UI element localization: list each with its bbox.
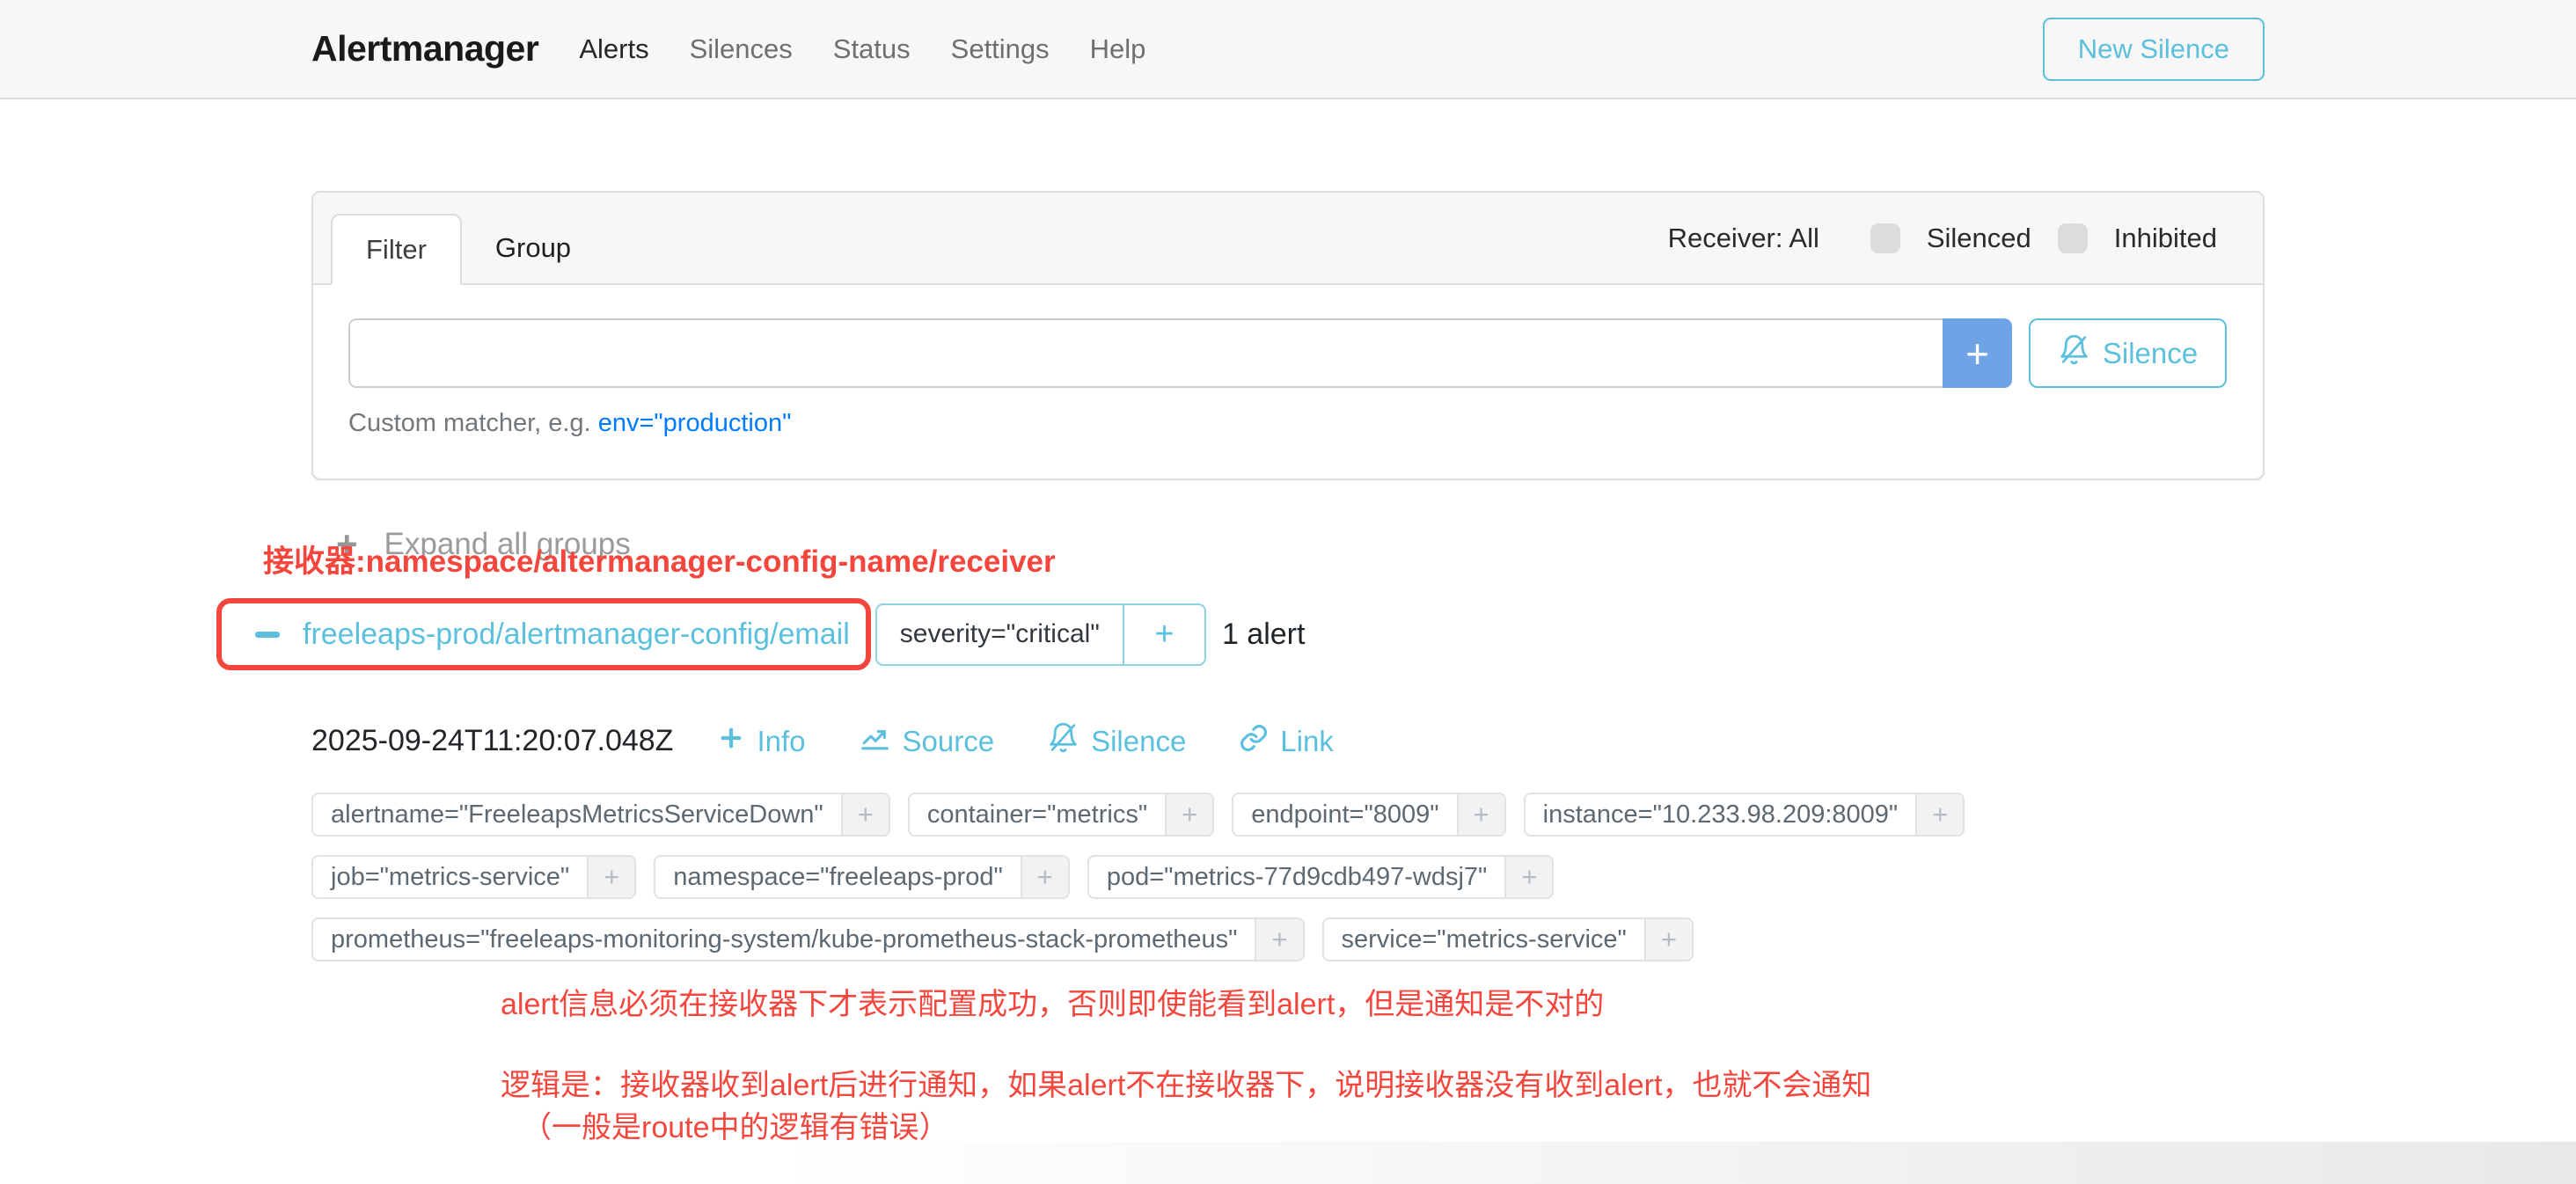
matcher-input[interactable] [348,318,1943,388]
alert-source-label: Source [903,725,995,758]
bell-slash-icon [1047,721,1079,761]
alert-info-label: Info [757,725,805,758]
label-tag: namespace="freeleaps-prod" + [654,855,1070,899]
label-tag-add-button[interactable]: + [841,794,889,835]
filter-card: Filter Group Receiver: All Silenced Inhi… [311,191,2265,480]
alert-timestamp: 2025-09-24T11:20:07.048Z [311,724,673,758]
group-matcher-label[interactable]: severity="critical" [877,605,1123,664]
label-tag: alertname="FreeleapsMetricsServiceDown" … [311,793,890,837]
label-tag-text[interactable]: endpoint="8009" [1233,794,1456,835]
alert-labels: alertname="FreeleapsMetricsServiceDown" … [311,793,2265,961]
group-receiver-name: freeleaps-prod/alertmanager-config/email [303,618,850,652]
label-tag: job="metrics-service" + [311,855,636,899]
matcher-example-link[interactable]: env="production" [598,409,792,437]
label-tag: container="metrics" + [908,793,1214,837]
alert-group-row: freeleaps-prod/alertmanager-config/email… [311,598,2265,670]
annotation-highlight-box: freeleaps-prod/alertmanager-config/email [216,598,871,670]
alert-row: 2025-09-24T11:20:07.048Z Info [311,721,2265,761]
label-tag: endpoint="8009" + [1232,793,1505,837]
minus-icon [255,632,280,638]
add-matcher-button[interactable]: + [1943,318,2012,388]
label-tag-add-button[interactable]: + [1915,794,1963,835]
nav-item-help[interactable]: Help [1090,33,1146,65]
label-tag-add-button[interactable]: + [1165,794,1212,835]
annotation-receiver-note: 接收器:namespace/altermanager-config-name/r… [263,537,1056,581]
nav-item-status[interactable]: Status [833,33,911,65]
annotation-note-1: alert信息必须在接收器下才表示配置成功，否则即使能看到alert，但是通知是… [501,980,2265,1023]
tab-group[interactable]: Group [462,212,604,283]
alert-silence-button[interactable]: Silence [1047,721,1186,761]
matcher-help-text: Custom matcher, e.g. env="production" [348,409,2228,438]
nav-item-settings[interactable]: Settings [951,33,1050,65]
label-tag: pod="metrics-77d9cdb497-wdsj7" + [1087,855,1555,899]
label-tag-text[interactable]: pod="metrics-77d9cdb497-wdsj7" [1089,857,1504,897]
group-collapse-link[interactable]: freeleaps-prod/alertmanager-config/email [255,618,850,652]
chart-line-icon [859,721,891,761]
filter-card-body: + Silence Custom matcher, e.g. env="prod [313,285,2263,479]
link-icon [1239,723,1269,760]
alert-link-button[interactable]: Link [1239,723,1334,760]
label-tag-add-button[interactable]: + [587,857,634,897]
new-silence-button[interactable]: New Silence [2043,18,2265,81]
label-tag-text[interactable]: container="metrics" [910,794,1165,835]
annotation-note-2: 逻辑是：接收器收到alert后进行通知，如果alert不在接收器下，说明接收器没… [501,1064,2265,1107]
label-tag: instance="10.233.98.209:8009" + [1524,793,1965,837]
label-tag-text[interactable]: prometheus="freeleaps-monitoring-system/… [313,919,1255,960]
alert-link-label: Link [1280,725,1334,758]
receiver-selector[interactable]: Receiver: All [1668,223,1819,254]
filter-card-header: Filter Group Receiver: All Silenced Inhi… [313,193,2263,285]
group-matcher-chip: severity="critical" + [875,603,1206,666]
nav-item-silences[interactable]: Silences [690,33,793,65]
label-tag-add-button[interactable]: + [1255,919,1302,960]
label-tag: prometheus="freeleaps-monitoring-system/… [311,917,1305,961]
nav-links: Alerts Silences Status Settings Help [579,33,1145,65]
label-tag-text[interactable]: alertname="FreeleapsMetricsServiceDown" [313,794,841,835]
silence-filter-button[interactable]: Silence [2029,318,2227,388]
matcher-help-prefix: Custom matcher, e.g. [348,409,591,437]
label-tag: service="metrics-service" + [1322,917,1694,961]
group-matcher-add-button[interactable]: + [1123,605,1204,664]
alert-source-link[interactable]: Source [859,721,995,761]
inhibited-checkbox[interactable] [2058,223,2088,253]
nav-item-alerts[interactable]: Alerts [579,33,648,65]
annotation-note-3: （一般是route中的逻辑有错误） [501,1107,2265,1149]
label-tag-add-button[interactable]: + [1021,857,1068,897]
inhibited-label[interactable]: Inhibited [2114,223,2217,254]
silenced-checkbox[interactable] [1870,223,1900,253]
label-tag-text[interactable]: namespace="freeleaps-prod" [655,857,1020,897]
label-tag-add-button[interactable]: + [1644,919,1692,960]
silenced-label[interactable]: Silenced [1927,223,2031,254]
navbar: Alertmanager Alerts Silences Status Sett… [0,0,2576,99]
label-tag-text[interactable]: service="metrics-service" [1324,919,1644,960]
alert-info-button[interactable]: Info [717,724,805,759]
label-tag-add-button[interactable]: + [1504,857,1552,897]
alert-silence-label: Silence [1091,725,1186,758]
bell-slash-icon [2058,333,2090,373]
label-tag-text[interactable]: job="metrics-service" [313,857,587,897]
label-tag-add-button[interactable]: + [1457,794,1504,835]
silence-button-label: Silence [2103,337,2198,370]
tab-filter[interactable]: Filter [331,214,462,285]
plus-icon [717,724,745,759]
app-brand[interactable]: Alertmanager [311,28,538,69]
label-tag-text[interactable]: instance="10.233.98.209:8009" [1526,794,1916,835]
alert-count: 1 alert [1222,618,1306,652]
